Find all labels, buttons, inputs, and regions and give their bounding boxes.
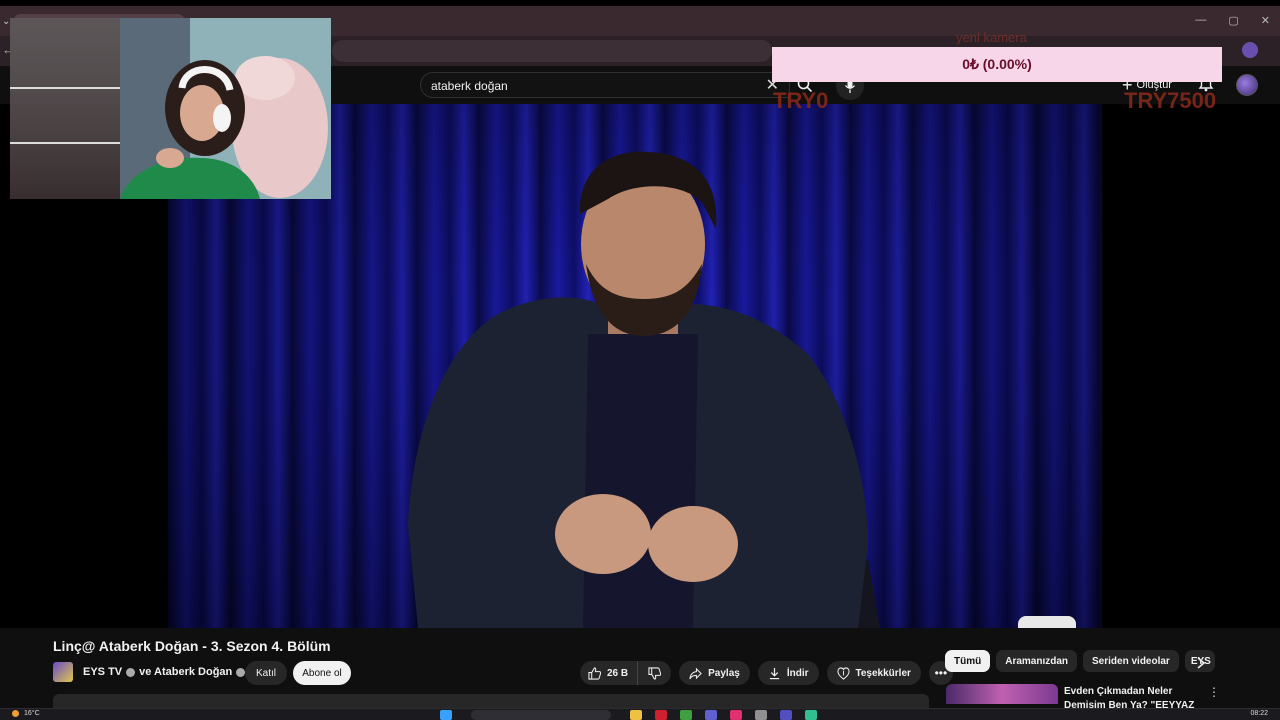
app-icon-blue[interactable] [780,710,792,720]
related-chip-bar: Tümü Aramanızdan Seriden videolar EYS [945,650,1215,672]
like-dislike-group: 26 B [580,661,672,685]
chip-series-videos[interactable]: Seriden videolar [1083,650,1179,672]
search-box: ✕ [420,72,790,98]
os-taskbar: 16°C 08:22 [0,708,1280,720]
account-avatar[interactable] [1236,74,1258,96]
heart-dollar-icon [836,666,850,680]
donation-current-amount: TRY0 [773,88,829,113]
like-count: 26 B [607,667,629,679]
chip-from-search[interactable]: Aramanızdan [996,650,1078,672]
weather-temp: 16°C [24,710,40,717]
close-window-icon[interactable]: ✕ [1261,14,1270,27]
window-controls: — ▢ ✕ [1195,14,1270,27]
chevron-right-icon [1197,657,1206,669]
video-title: Linç@ Ataberk Doğan - 3. Sezon 4. Bölüm [53,638,331,654]
share-label: Paylaş [708,667,740,679]
webcam-overlay [10,18,331,199]
channel-avatar[interactable] [53,662,73,682]
video-actions: 26 B Paylaş İndir Teşekkürler ••• [580,661,953,685]
app-icon-red[interactable] [655,710,667,720]
maximize-icon[interactable]: ▢ [1228,14,1238,27]
channel-name[interactable]: EYS TV [83,666,122,678]
donation-target-amount: TRY7500 [1124,88,1217,113]
camera-label: yeni kamera [956,30,1027,45]
donation-goal-text: 0₺ (0.00%) [962,56,1032,72]
verified-icon [236,667,246,677]
app-icon-teal[interactable] [805,710,817,720]
discord-icon[interactable] [705,710,717,720]
description-box[interactable] [53,694,929,708]
download-button[interactable]: İndir [757,661,819,685]
start-icon[interactable] [440,710,452,720]
mug [1018,616,1076,628]
join-button[interactable]: Katıl [245,661,287,685]
share-icon [689,667,702,679]
chrome-icon[interactable] [680,710,692,720]
sun-icon [12,710,19,717]
chip-next-button[interactable] [1196,656,1206,674]
url-field[interactable] [332,40,772,62]
taskbar-icons [440,710,817,720]
search-input[interactable] [431,77,751,95]
thumbs-down-icon [648,666,662,680]
video-info-section: Linç@ Ataberk Doğan - 3. Sezon 4. Bölüm … [0,628,1280,720]
channel-row: EYS TV ve Ataberk Doğan [53,660,249,684]
taskbar-search[interactable] [471,710,611,720]
download-icon [769,667,779,679]
download-label: İndir [786,667,809,679]
profile-avatar[interactable] [1242,42,1258,58]
subscribe-button[interactable]: Abone ol [293,661,351,685]
minimize-icon[interactable]: — [1195,14,1206,27]
app-icon-pink[interactable] [730,710,742,720]
thumbs-up-icon [588,666,601,680]
recommended-more-icon[interactable]: ⋮ [1208,685,1220,699]
like-button[interactable]: 26 B [580,661,639,685]
weather-widget[interactable]: 16°C [12,710,40,717]
recommended-thumbnail[interactable] [946,684,1058,704]
screen: ⌄ — ▢ ✕ ← ✕ + Oluştur [0,0,1280,720]
chip-all[interactable]: Tümü [945,650,991,672]
dislike-button[interactable] [638,661,671,685]
share-button[interactable]: Paylaş [679,661,750,685]
donation-goal-bar: 0₺ (0.00%) [772,47,1222,82]
thanks-label: Teşekkürler [855,667,911,679]
taskbar-clock: 08:22 [1250,710,1268,717]
folder-icon[interactable] [630,710,642,720]
thanks-button[interactable]: Teşekkürler [826,661,921,685]
collaborator-name[interactable]: ve Ataberk Doğan [139,666,232,678]
verified-icon [126,667,136,677]
app-icon-gray[interactable] [755,710,767,720]
streamer-figure [10,18,331,199]
